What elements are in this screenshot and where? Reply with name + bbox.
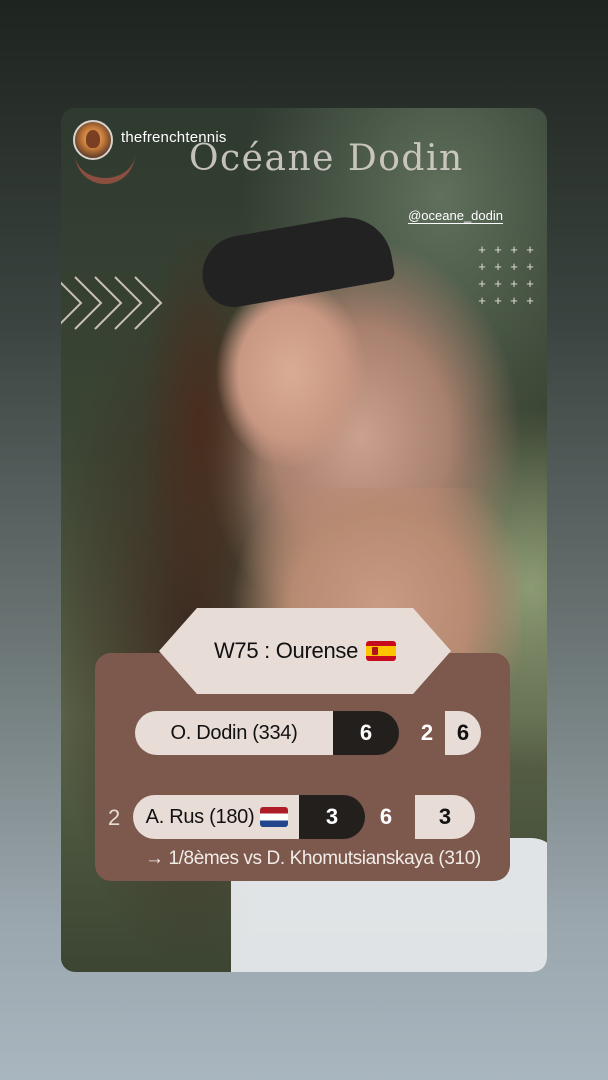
chevron-icon bbox=[94, 276, 123, 330]
player-2-set-3: 3 bbox=[415, 795, 475, 839]
plus-pattern-decoration: + + + + + + + + + + + + + + + + bbox=[478, 242, 534, 308]
player-1-set-3: 6 bbox=[445, 711, 481, 755]
story-frame: thefrenchtennis Océane Dodin @oceane_dod… bbox=[61, 108, 547, 972]
next-round-text: → 1/8èmes vs D. Khomutsianskaya (310) bbox=[145, 848, 481, 869]
player-2-set-2: 6 bbox=[379, 804, 393, 829]
chevron-icon bbox=[134, 276, 163, 330]
tournament-label: W75 : Ourense bbox=[159, 608, 451, 694]
chevrons-decoration bbox=[61, 276, 163, 330]
score-row-player-1: O. Dodin (334) 6 2 6 bbox=[135, 711, 481, 755]
spain-flag-icon bbox=[366, 641, 397, 661]
player-1-set-2: 2 bbox=[420, 720, 434, 745]
tournament-name: W75 : Ourense bbox=[213, 638, 359, 663]
player-1-set-1: 6 bbox=[333, 711, 399, 755]
chevron-icon bbox=[61, 281, 83, 325]
account-avatar[interactable] bbox=[73, 120, 113, 160]
netherlands-flag-icon bbox=[260, 807, 289, 827]
player-2-name-pill: A. Rus (180) bbox=[133, 795, 301, 839]
player-1-name: O. Dodin (334) bbox=[170, 721, 298, 744]
player-2-set-1: 3 bbox=[299, 795, 365, 839]
chevron-icon bbox=[74, 276, 103, 330]
story-title: Océane Dodin bbox=[189, 138, 464, 179]
mention-sticker[interactable]: @oceane_dodin bbox=[408, 208, 503, 223]
score-row-player-2: A. Rus (180) 3 6 3 bbox=[133, 795, 475, 839]
player-1-name-pill: O. Dodin (334) bbox=[135, 711, 333, 755]
chevron-icon bbox=[114, 276, 143, 330]
player-2-name: A. Rus (180) bbox=[145, 805, 255, 828]
player-2-seed: 2 bbox=[108, 805, 121, 830]
